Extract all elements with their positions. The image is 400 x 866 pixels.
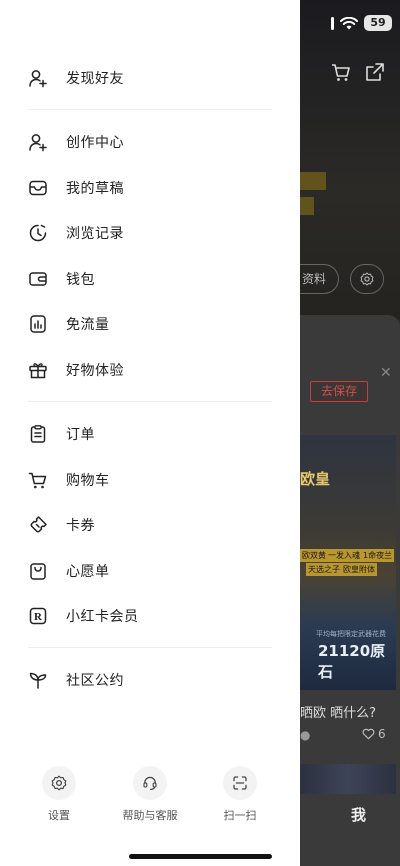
- menu-item-shopping-cart[interactable]: 购物车: [28, 468, 110, 492]
- membership-r-icon: R: [28, 606, 48, 626]
- clipboard-icon: [28, 424, 48, 444]
- wishlist-bag-icon: [28, 561, 48, 581]
- poster-tag: 欧双黄: [300, 549, 328, 562]
- save-draft-button[interactable]: 去保存: [310, 381, 369, 402]
- add-user-icon: [28, 68, 48, 88]
- poster-tag: 天选之子: [306, 563, 342, 576]
- menu-item-creator-center[interactable]: 创作中心: [28, 130, 124, 154]
- wallet-icon: [28, 269, 48, 289]
- svg-text:R: R: [34, 611, 43, 623]
- poster-tag: 欧皇附体: [341, 563, 377, 576]
- coupon-ticket-icon: [28, 515, 48, 535]
- heart-icon: [362, 728, 375, 740]
- menu-item-free-data[interactable]: 免流量: [28, 312, 110, 336]
- menu-item-wishlist[interactable]: 心愿单: [28, 559, 110, 583]
- poster-caption: 平均每把限定武器花费: [316, 630, 386, 638]
- note-title[interactable]: 晒欧 晒什么?: [300, 702, 376, 721]
- menu-item-label: 社区公约: [66, 673, 124, 689]
- menu-item-label: 卡券: [66, 518, 95, 534]
- signal-indicator: [331, 16, 334, 30]
- menu-item-label: 心愿单: [66, 564, 110, 580]
- menu-item-label: 创作中心: [66, 135, 124, 151]
- scan-icon: [233, 776, 247, 790]
- scan-button-circle: [223, 766, 257, 800]
- like-button[interactable]: 6: [362, 727, 386, 741]
- scan-button[interactable]: 扫一扫: [210, 766, 270, 823]
- drafts-tray-icon: [28, 178, 48, 198]
- wifi-icon: [340, 16, 358, 29]
- help-support-button[interactable]: 帮助与客服: [120, 766, 180, 823]
- profile-settings-button[interactable]: [350, 264, 384, 294]
- side-drawer: 发现好友 创作中心 我的草稿 浏览记录 钱包 免流量 好物体验 订单 购物车 卡…: [0, 0, 300, 866]
- cart-icon: [28, 470, 48, 490]
- battery-indicator: 59: [364, 15, 392, 31]
- headset-icon: [143, 776, 157, 790]
- share-icon[interactable]: [364, 61, 386, 83]
- creator-icon: [28, 132, 48, 152]
- history-clock-icon: [28, 223, 48, 243]
- sprout-icon: [28, 670, 48, 690]
- menu-item-label: 小红卡会员: [66, 609, 139, 625]
- menu-item-label: 浏览记录: [66, 226, 124, 242]
- menu-item-wallet[interactable]: 钱包: [28, 267, 95, 291]
- menu-item-label: 订单: [66, 427, 95, 443]
- menu-item-orders[interactable]: 订单: [28, 422, 95, 446]
- menu-item-coupons[interactable]: 卡券: [28, 513, 95, 537]
- help-button-circle: [133, 766, 167, 800]
- menu-item-my-drafts[interactable]: 我的草稿: [28, 176, 124, 200]
- profile-tag: [300, 172, 326, 190]
- data-bars-icon: [28, 314, 48, 334]
- menu-item-label: 我的草稿: [66, 181, 124, 197]
- edit-profile-button[interactable]: 资料: [300, 264, 340, 294]
- scan-label: 扫一扫: [223, 809, 257, 822]
- settings-button[interactable]: 设置: [29, 766, 89, 823]
- settings-button-circle: [42, 766, 76, 800]
- menu-item-label: 发现好友: [66, 71, 124, 87]
- menu-item-label: 购物车: [66, 473, 110, 489]
- note-author: ●: [300, 728, 311, 742]
- gear-icon: [360, 272, 374, 286]
- menu-item-label: 钱包: [66, 272, 95, 288]
- poster-tag: 1命夜兰: [361, 549, 395, 562]
- poster-headline: 欧皇: [300, 470, 331, 488]
- like-count: 6: [378, 727, 386, 741]
- close-icon[interactable]: ✕: [380, 365, 392, 381]
- edit-profile-label: 资料: [302, 272, 327, 286]
- poster-tag: 一发入魂: [326, 549, 362, 562]
- profile-tag: [300, 197, 314, 215]
- gift-icon: [28, 360, 48, 380]
- gear-icon: [51, 775, 67, 791]
- menu-item-label: 好物体验: [66, 363, 124, 379]
- menu-item-membership[interactable]: R 小红卡会员: [28, 604, 139, 628]
- background-app: 59 资料 ✕ 去保存 欧皇 欧双黄 一发入魂 1命夜兰 天选之子 欧皇附体 平…: [300, 0, 400, 866]
- divider: [28, 109, 272, 110]
- divider: [28, 647, 272, 648]
- home-indicator[interactable]: [129, 854, 272, 859]
- shopping-cart-icon[interactable]: [330, 61, 352, 83]
- menu-item-browsing-history[interactable]: 浏览记录: [28, 221, 124, 245]
- poster-stat: 21120原石: [318, 642, 386, 681]
- tab-me[interactable]: 我: [351, 804, 366, 825]
- settings-label: 设置: [48, 809, 70, 822]
- menu-item-community-guidelines[interactable]: 社区公约: [28, 668, 124, 692]
- menu-item-label: 免流量: [66, 317, 110, 333]
- menu-item-discover-friends[interactable]: 发现好友: [28, 66, 124, 90]
- menu-item-product-trial[interactable]: 好物体验: [28, 358, 124, 382]
- next-note-cover[interactable]: [300, 764, 396, 794]
- status-bar-right: 59: [331, 15, 392, 31]
- divider: [28, 401, 272, 402]
- help-support-label: 帮助与客服: [122, 809, 178, 822]
